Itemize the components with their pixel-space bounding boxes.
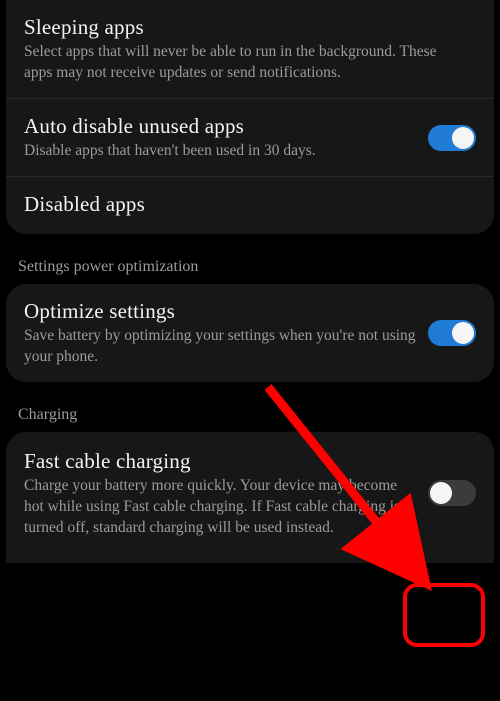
annotation-highlight-box xyxy=(403,583,485,647)
fast-cable-title: Fast cable charging xyxy=(24,448,420,474)
sleeping-apps-row[interactable]: Sleeping apps Select apps that will neve… xyxy=(6,0,494,98)
toggle-knob xyxy=(452,322,474,344)
fast-cable-toggle[interactable] xyxy=(428,480,476,506)
section-charging-header: Charging xyxy=(0,396,500,432)
auto-disable-toggle[interactable] xyxy=(428,125,476,151)
toggle-knob xyxy=(452,127,474,149)
toggle-knob xyxy=(430,482,452,504)
optimize-card: Optimize settings Save battery by optimi… xyxy=(6,284,494,382)
charging-card: Fast cable charging Charge your battery … xyxy=(6,432,494,563)
optimize-toggle[interactable] xyxy=(428,320,476,346)
optimize-title: Optimize settings xyxy=(24,298,420,324)
optimize-desc: Save battery by optimizing your settings… xyxy=(24,326,420,368)
section-power-header: Settings power optimization xyxy=(0,248,500,284)
auto-disable-row[interactable]: Auto disable unused apps Disable apps th… xyxy=(6,98,494,176)
auto-disable-desc: Disable apps that haven't been used in 3… xyxy=(24,141,420,162)
disabled-apps-title: Disabled apps xyxy=(24,191,468,217)
sleeping-apps-desc: Select apps that will never be able to r… xyxy=(24,42,468,84)
fast-cable-row[interactable]: Fast cable charging Charge your battery … xyxy=(6,432,494,563)
optimize-row[interactable]: Optimize settings Save battery by optimi… xyxy=(6,284,494,382)
auto-disable-title: Auto disable unused apps xyxy=(24,113,420,139)
disabled-apps-row[interactable]: Disabled apps xyxy=(6,176,494,233)
apps-card: Sleeping apps Select apps that will neve… xyxy=(6,0,494,234)
sleeping-apps-title: Sleeping apps xyxy=(24,14,468,40)
fast-cable-desc: Charge your battery more quickly. Your d… xyxy=(24,476,420,539)
